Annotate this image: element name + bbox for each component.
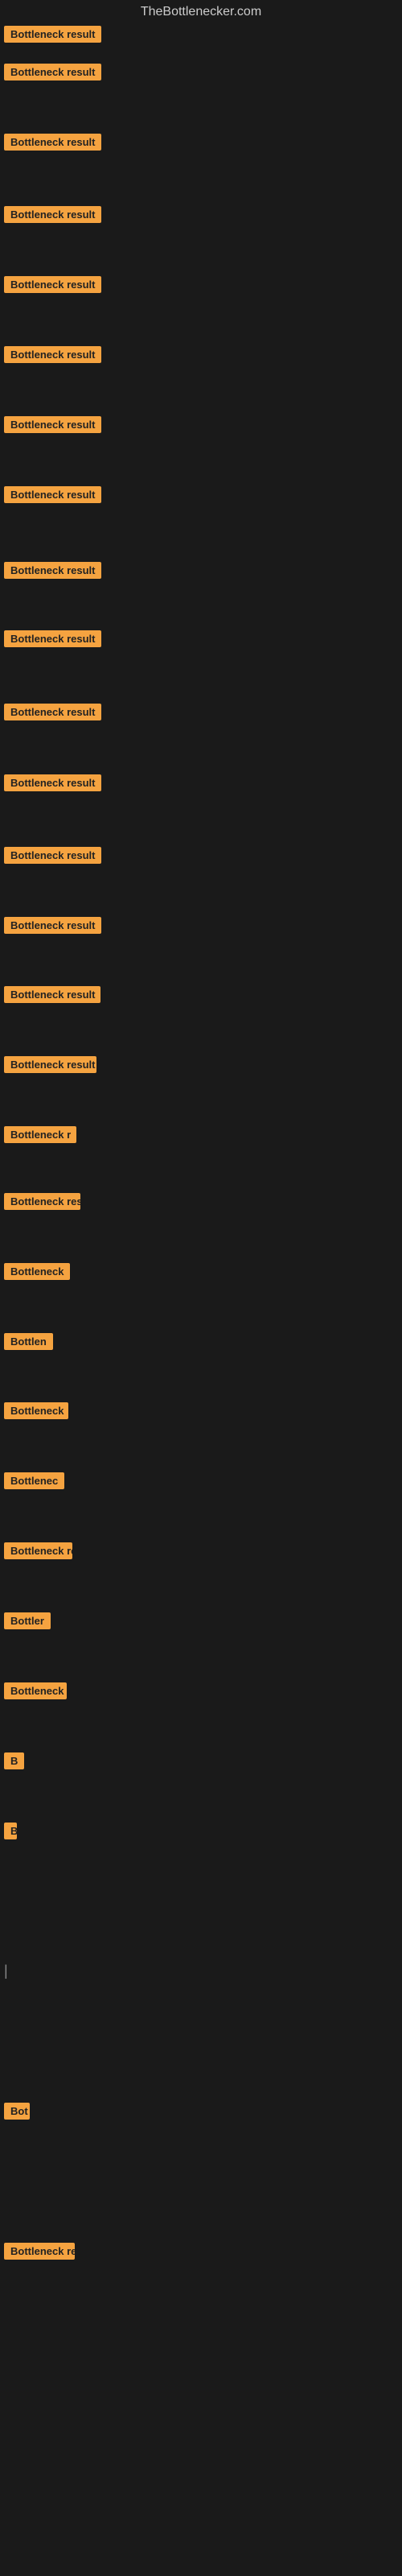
bottleneck-item: Bottleneck result (4, 562, 101, 583)
bottleneck-item: Bottleneck result (4, 986, 100, 1007)
bottleneck-item: Bottleneck result (4, 1056, 96, 1077)
bottleneck-item: Bottleneck re (4, 1542, 72, 1563)
bottleneck-item: Bottleneck result (4, 206, 101, 227)
bottleneck-item: B (4, 1823, 17, 1843)
bottleneck-item: Bottleneck result (4, 276, 101, 297)
bottleneck-item: Bottlenec (4, 1472, 64, 1493)
bottleneck-item: Bottleneck result (4, 416, 101, 437)
bottleneck-item: Bot (4, 2103, 30, 2124)
bottleneck-item: Bottleneck (4, 1263, 70, 1284)
bottleneck-item: Bottleneck result (4, 917, 101, 938)
bottleneck-item: Bottleneck result (4, 26, 101, 47)
bottleneck-item: Bottleneck (4, 1682, 67, 1703)
bottleneck-item: Bottleneck result (4, 847, 101, 868)
bottleneck-item: Bottleneck result (4, 704, 101, 724)
bottleneck-item: Bottleneck (4, 1402, 68, 1423)
bottleneck-item: Bottleneck result (4, 346, 101, 367)
bottleneck-item: Bottleneck resu (4, 1193, 80, 1214)
bottleneck-item: Bottler (4, 1612, 51, 1633)
bottleneck-item: Bottlen (4, 1333, 53, 1354)
bottleneck-item: B (4, 1752, 24, 1773)
bottleneck-item: Bottleneck result (4, 774, 101, 795)
bottleneck-item: Bottleneck result (4, 486, 101, 507)
bottleneck-item: Bottleneck result (4, 134, 101, 155)
bottleneck-item: Bottleneck result (4, 64, 101, 85)
bottleneck-item: Bottleneck r (4, 1126, 76, 1147)
bottleneck-item: Bottleneck result (4, 630, 101, 651)
bottleneck-item: Bottleneck re (4, 2243, 75, 2264)
bottleneck-item: | (4, 1963, 8, 1979)
